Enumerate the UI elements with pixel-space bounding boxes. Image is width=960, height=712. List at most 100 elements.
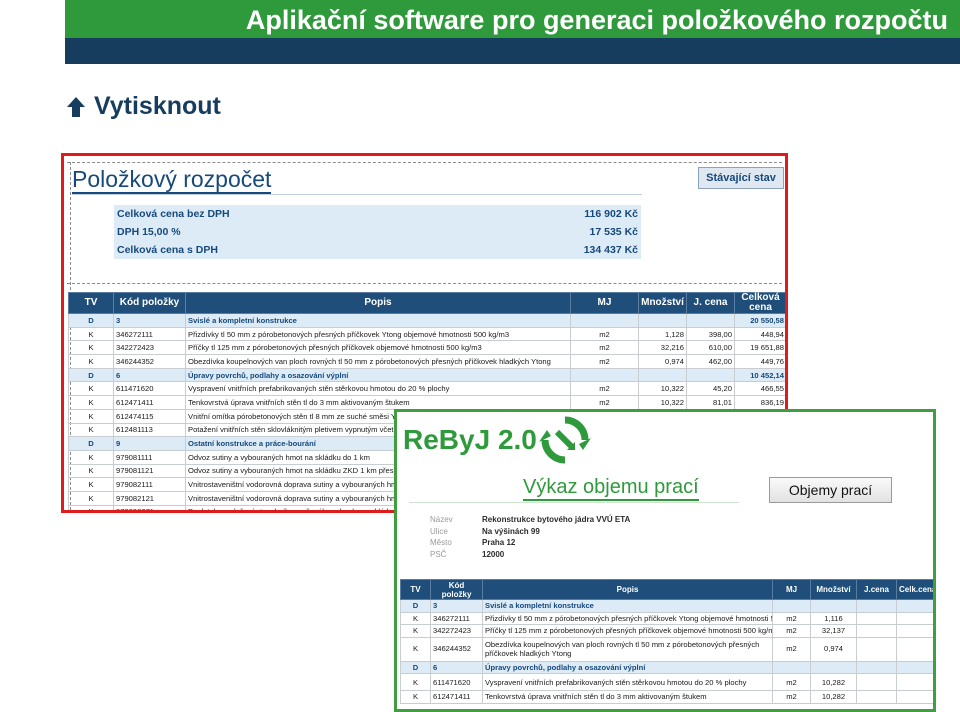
cell-qty: [810, 599, 857, 613]
table-row: D 3 Svislé a kompletní konstrukce: [400, 599, 933, 613]
rebyj-heading: Výkaz objemu prací: [523, 475, 699, 501]
cell-tv: K: [68, 449, 114, 465]
cell-qty: 10,282: [810, 673, 857, 691]
cell-desc: Úpravy povrchů, podlahy a osazování výpl…: [185, 367, 571, 383]
cell-tv: K: [68, 326, 114, 342]
info-key: PSČ: [430, 549, 447, 559]
cell-price: [856, 690, 897, 704]
summary-value: 17 535 Kč: [589, 225, 638, 238]
print-link[interactable]: Vytisknout: [66, 92, 221, 121]
info-row: Název Rekonstrukce bytového jádra VVÚ ETA: [430, 514, 630, 526]
cell-code: 611471620: [430, 673, 483, 691]
work-volumes-button[interactable]: Objemy prací: [769, 477, 892, 503]
cell-qty: 32,216: [638, 340, 687, 356]
cell-code: 3: [113, 313, 186, 328]
table-row: K 611471620 Vyspravení vnitřních prefabrik…: [68, 381, 785, 397]
cell-price: [856, 673, 897, 691]
cell-tv: D: [68, 436, 114, 451]
cell-code: 612471411: [430, 690, 483, 704]
cell-mj: m2: [772, 611, 811, 625]
cell-desc: Přizdívky tl 50 mm z pórobetonových přes…: [185, 326, 571, 342]
cell-code: 3: [430, 599, 483, 613]
cell-qty: 0,974: [638, 354, 687, 369]
cell-total: 448,94: [734, 326, 785, 342]
table-row: K 346272111 Přizdívky tl 50 mm z pórobeton…: [400, 611, 933, 625]
cell-desc: Svislé a kompletní konstrukce: [185, 313, 571, 328]
cell-desc: Příčky tl 125 mm z pórobetonových přesný…: [185, 340, 571, 356]
cell-code: 979081121: [113, 463, 186, 479]
info-key: Město: [430, 538, 452, 547]
summary-label: Celková cena s DPH: [117, 243, 218, 256]
budget-title: Položkový rozpočet: [72, 166, 272, 194]
info-key: Název: [430, 515, 453, 524]
cell-mj: [570, 313, 639, 328]
table-row: K 346244352 Obezdívka koupelnových van plo…: [68, 354, 785, 369]
summary-value: 116 902 Kč: [584, 207, 638, 220]
rebyj-logo: ReByJ 2.0: [403, 424, 537, 455]
cell-desc: Svislé a kompletní konstrukce: [482, 599, 773, 613]
up-arrow-icon: [67, 96, 85, 117]
cell-price: 45,20: [686, 381, 735, 397]
state-button[interactable]: Stávající stav: [698, 167, 784, 189]
cell-desc: Tenkovrstvá úprava vnitřních stěn tl do …: [482, 690, 773, 704]
summary-row: Celková cena s DPH 134 437 Kč: [114, 241, 641, 259]
column-header: MJ: [570, 292, 639, 314]
info-row: Ulice Na výšinách 99: [430, 526, 630, 538]
cell-mj: [772, 599, 811, 613]
cell-desc: Vyspravení vnitřních prefabrikovaných st…: [185, 381, 571, 397]
cell-total: [896, 599, 933, 613]
cell-desc: Příčky tl 125 mm z pórobetonových přesný…: [482, 624, 773, 638]
cell-total: 836,19: [734, 395, 785, 410]
cell-price: 462,00: [686, 354, 735, 369]
cell-price: 398,00: [686, 326, 735, 342]
table-header-row: TV Kód položky Popis MJ Množství J.cena Celk.c…: [400, 579, 933, 600]
info-value: 12000: [482, 549, 505, 559]
cell-code: 342272423: [113, 340, 186, 356]
cell-price: [856, 611, 897, 625]
cell-mj: m2: [570, 395, 639, 410]
cell-total: [896, 624, 933, 638]
rebyj-screenshot: ReByJ 2.0 Výkaz objemu prací Objemy prac…: [394, 409, 936, 712]
cell-tv: K: [68, 477, 114, 492]
cell-tv: D: [400, 660, 431, 674]
table-row: K 612471411 Tenkovrstvá úprava vnitřních s…: [68, 395, 785, 410]
cell-qty: 10,322: [638, 381, 687, 397]
cell-code: 612481113: [113, 422, 186, 438]
cell-tv: K: [400, 690, 431, 704]
cell-total: [896, 673, 933, 691]
cell-price: [686, 367, 735, 383]
table-row: D 6 Úpravy povrchů, podlahy a osazování vý…: [400, 660, 933, 674]
cell-total: 20 550,58: [734, 313, 785, 328]
column-header: Množství: [638, 292, 687, 314]
column-header: Celk.cena: [896, 579, 933, 600]
cell-mj: [772, 660, 811, 674]
cell-mj: m2: [772, 690, 811, 704]
summary-label: Celková cena bez DPH: [117, 207, 230, 220]
cell-qty: 1,128: [638, 326, 687, 342]
page-break-line: [67, 283, 782, 284]
cell-code: 346272111: [113, 326, 186, 342]
cell-mj: m2: [570, 354, 639, 369]
table-row: K 342272423 Příčky tl 125 mm z pórobetonov…: [400, 624, 933, 638]
summary-value: 134 437 Kč: [583, 243, 638, 256]
cell-desc: Přizdívky tl 50 mm z pórobetonových přes…: [482, 611, 773, 625]
info-row: PSČ 12000: [430, 549, 630, 561]
cell-tv: K: [68, 422, 114, 438]
cell-qty: 10,322: [638, 395, 687, 410]
cell-tv: K: [68, 490, 114, 506]
cell-price: [686, 313, 735, 328]
table-row: K 612471411 Tenkovrstvá úprava vnitřních s…: [400, 690, 933, 704]
table-row: K 611471620 Vyspravení vnitřních prefabrik…: [400, 673, 933, 691]
column-header: MJ: [772, 579, 811, 600]
heading-divider: [409, 502, 739, 503]
summary-row: Celková cena bez DPH 116 902 Kč: [114, 205, 641, 223]
print-label: Vytisknout: [94, 92, 221, 120]
info-value: Praha 12: [482, 538, 516, 547]
column-header: Kód položky: [113, 292, 186, 314]
header-bar: Aplikační software pro generaci položkov…: [65, 0, 960, 38]
cell-tv: K: [68, 354, 114, 369]
column-header: Množství: [810, 579, 857, 600]
cell-mj: m2: [570, 381, 639, 397]
info-value: Na výšinách 99: [482, 526, 540, 536]
table-row: K 346272111 Přizdívky tl 50 mm z pórobeton…: [68, 326, 785, 342]
